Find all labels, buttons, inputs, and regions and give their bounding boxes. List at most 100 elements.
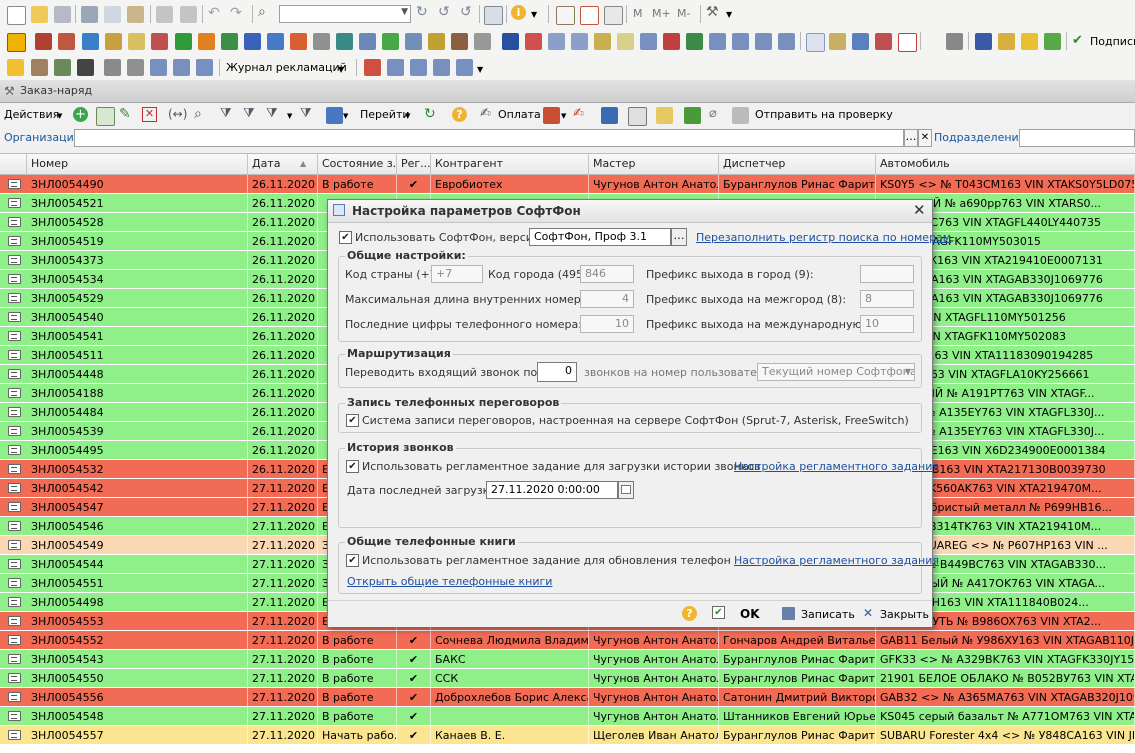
gear-icon[interactable] — [313, 33, 330, 50]
waybill-f-icon[interactable] — [456, 59, 473, 76]
cash-icon[interactable] — [221, 33, 238, 50]
col-master[interactable]: Мастер — [589, 154, 719, 174]
stamp-icon[interactable] — [594, 33, 611, 50]
org-clear-button[interactable]: ✕ — [918, 129, 932, 147]
rko-icon[interactable] — [571, 33, 588, 50]
print-form-icon[interactable] — [543, 107, 560, 124]
wrench-icon[interactable] — [104, 59, 121, 76]
chevron-down-icon[interactable]: ▼ — [57, 112, 62, 120]
chevron-down-icon[interactable]: ▼ — [405, 112, 410, 120]
pay-icon[interactable]: ✍ — [480, 106, 491, 121]
table-icon[interactable] — [474, 33, 491, 50]
checklist-icon[interactable] — [405, 33, 422, 50]
copy-row-icon[interactable] — [96, 107, 115, 126]
last-digits-field[interactable]: 10 — [580, 315, 634, 333]
global-search-input[interactable]: ▼ — [279, 5, 411, 23]
prefix-intl-field[interactable]: 10 — [860, 315, 914, 333]
version-select-button[interactable]: … — [671, 228, 687, 246]
printer-icon[interactable] — [732, 107, 749, 124]
tools-x-icon[interactable] — [127, 59, 144, 76]
find-icon[interactable]: ⌕ — [194, 106, 202, 122]
bar-chart-icon[interactable] — [852, 33, 869, 50]
waybill-b-icon[interactable] — [173, 59, 190, 76]
send-check-button[interactable]: Отправить на проверку — [755, 108, 893, 121]
help-icon[interactable]: ? — [682, 606, 697, 621]
wheel-icon[interactable] — [54, 59, 71, 76]
dollar-icon[interactable] — [175, 33, 192, 50]
col-number[interactable]: Номер — [27, 154, 248, 174]
books-icon[interactable] — [502, 33, 519, 50]
org-select-button[interactable]: … — [904, 129, 918, 147]
team-icon[interactable] — [244, 33, 261, 50]
undo-icon[interactable]: ↶ — [208, 5, 220, 21]
chevron-down-icon[interactable]: ▼ — [343, 112, 348, 120]
search-icon[interactable]: ⌕ — [258, 4, 266, 20]
plus-minus-icon[interactable] — [875, 33, 892, 50]
forward-calls-field[interactable]: 0 — [537, 362, 577, 382]
pencil-doc-icon[interactable] — [128, 33, 145, 50]
people-icon[interactable] — [267, 33, 284, 50]
waybill-d-icon[interactable] — [410, 59, 427, 76]
col-state[interactable]: Состояние з... — [318, 154, 397, 174]
calculator-icon[interactable] — [556, 6, 575, 25]
chevron-down-icon[interactable]: ▼ — [477, 65, 483, 74]
col-car[interactable]: Автомобиль — [876, 154, 1135, 174]
signature-icon[interactable]: ✍ — [573, 106, 584, 121]
transfer-icon[interactable] — [290, 33, 307, 50]
payment-icon[interactable] — [640, 33, 657, 50]
table-row[interactable]: ЗНЛ0054552 27.11.2020 В работе ✔ Сочнева Люд… — [0, 631, 1135, 650]
monitor-icon[interactable] — [336, 33, 353, 50]
megaphone-icon[interactable] — [946, 33, 963, 50]
clipboard-icon[interactable] — [604, 6, 623, 25]
chart-icon[interactable] — [428, 33, 445, 50]
chevron-down-icon[interactable]: ▼ — [726, 10, 732, 19]
prefix-long-field[interactable]: 8 — [860, 290, 914, 308]
col-dispatcher[interactable]: Диспетчер — [719, 154, 876, 174]
sign-button[interactable]: Подпись — [1090, 35, 1135, 48]
arrows-icon[interactable] — [663, 33, 680, 50]
cube-icon[interactable] — [82, 33, 99, 50]
city-code-field[interactable]: 846 — [580, 265, 634, 283]
table-row[interactable]: ЗНЛ0054556 27.11.2020 В работе ✔ Доброхлебов… — [0, 688, 1135, 707]
last-load-field[interactable]: 27.11.2020 0:00:00 — [486, 481, 618, 499]
edit-icon[interactable]: ✎ — [119, 106, 131, 122]
calendar-icon[interactable] — [580, 6, 599, 25]
bell-icon[interactable] — [7, 59, 24, 76]
calendar-button[interactable] — [618, 481, 634, 499]
interval-icon[interactable]: (↔) — [168, 107, 187, 121]
journal-menu-button[interactable]: Журнал рекламаций — [226, 61, 347, 74]
card-icon[interactable] — [998, 33, 1015, 50]
user-icon[interactable] — [1044, 33, 1061, 50]
dept-input[interactable] — [1019, 129, 1135, 147]
print-icon[interactable] — [156, 6, 173, 23]
add-icon[interactable]: + — [73, 107, 88, 122]
table-row[interactable]: ЗНЛ0054543 27.11.2020 В работе ✔ БАКС Чугунов… — [0, 650, 1135, 669]
person-arrow-icon[interactable] — [525, 33, 542, 50]
chevron-down-icon[interactable]: ▼ — [531, 10, 537, 19]
find-prev-icon[interactable]: ↺ — [438, 4, 450, 20]
recording-system-checkbox[interactable]: ✔ — [346, 414, 359, 427]
ok-button[interactable]: ✔ OK — [710, 604, 780, 624]
list-doc-icon[interactable] — [359, 33, 376, 50]
use-softphone-checkbox[interactable]: ✔ — [339, 231, 352, 244]
waybill-a-icon[interactable] — [150, 59, 167, 76]
max-len-field[interactable]: 4 — [580, 290, 634, 308]
hierarchy-icon[interactable] — [601, 107, 618, 124]
move-icon[interactable] — [382, 33, 399, 50]
pko-icon[interactable] — [548, 33, 565, 50]
col-client[interactable]: Контрагент — [431, 154, 589, 174]
copy-icon[interactable] — [104, 6, 121, 23]
list-mode-icon[interactable] — [628, 107, 647, 126]
invoice-icon[interactable] — [709, 33, 726, 50]
new-document-icon[interactable] — [7, 6, 26, 25]
dialog-close-icon[interactable]: ✕ — [913, 201, 926, 219]
save-button[interactable]: Записать — [782, 604, 856, 624]
refresh-icon[interactable]: ↻ — [424, 106, 436, 122]
memory-plus-icon[interactable]: M+ — [652, 7, 671, 20]
sign-check-icon[interactable]: ✔ — [1072, 33, 1083, 48]
refresh-search-icon[interactable]: ↺ — [460, 4, 472, 20]
memory-minus-icon[interactable]: M- — [677, 7, 690, 20]
dk-icon[interactable] — [898, 33, 917, 52]
actions-menu-button[interactable]: Действия — [4, 108, 59, 121]
glove-icon[interactable] — [31, 59, 48, 76]
